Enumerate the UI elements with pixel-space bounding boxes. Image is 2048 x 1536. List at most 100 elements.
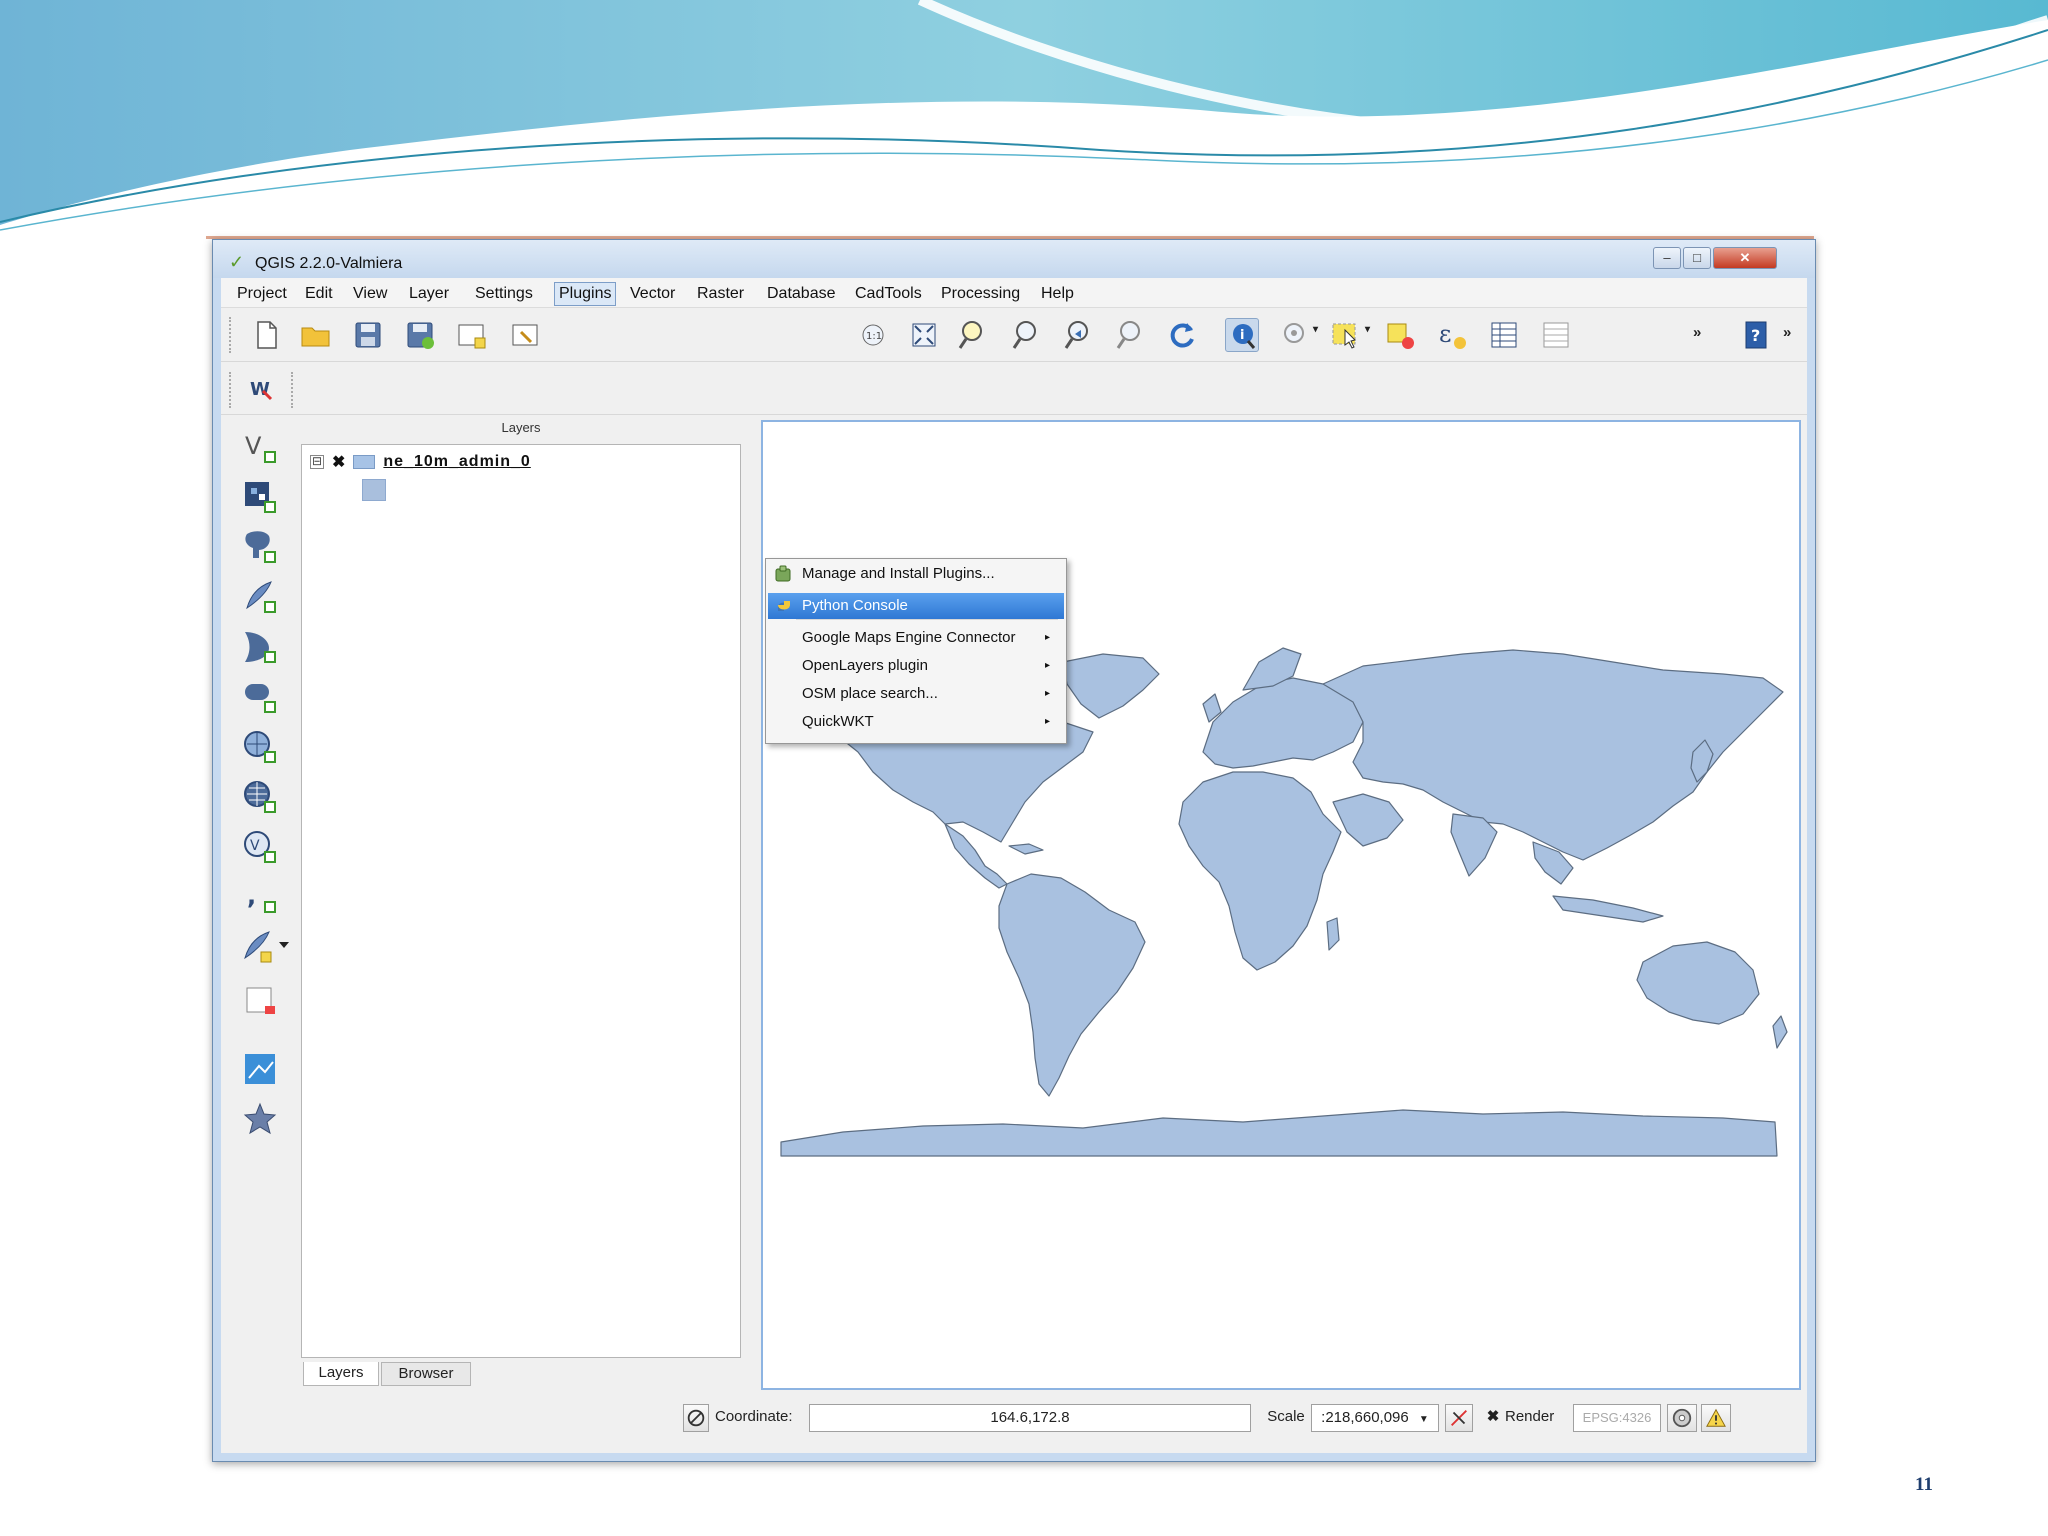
- message-log-warning-icon[interactable]: [1701, 1404, 1731, 1432]
- plugin-icon: [774, 565, 794, 583]
- submenu-arrow-icon: ▸: [1044, 632, 1050, 643]
- help-icon[interactable]: ?: [1739, 318, 1773, 352]
- qgis-window: ✓ QGIS 2.2.0-Valmiera – □ ✕ Project Edit…: [212, 239, 1816, 1462]
- menu-database[interactable]: Database: [763, 284, 840, 304]
- field-calculator-icon[interactable]: ε: [1435, 318, 1469, 352]
- digitizing-toolbar: W: [221, 363, 1807, 415]
- menu-item-openlayers[interactable]: OpenLayers plugin ▸: [768, 653, 1064, 679]
- menu-item-osm-place-search[interactable]: OSM place search... ▸: [768, 681, 1064, 707]
- coordinate-field[interactable]: 164.6,172.8: [809, 1404, 1251, 1432]
- zoom-next-icon[interactable]: [1113, 318, 1147, 352]
- polygon-layer-icon: [353, 455, 376, 469]
- deselect-features-icon[interactable]: [1383, 318, 1417, 352]
- toolbar2-grip-2[interactable]: [291, 372, 295, 408]
- menu-raster[interactable]: Raster: [693, 284, 748, 304]
- new-project-icon[interactable]: [249, 318, 283, 352]
- zoom-last-icon[interactable]: [1061, 318, 1095, 352]
- new-shapefile-layer-icon[interactable]: [241, 928, 293, 966]
- menu-item-label: Python Console: [802, 597, 908, 614]
- zoom-to-layer-icon[interactable]: [957, 318, 991, 352]
- scale-combobox[interactable]: :218,660,096 ▼: [1311, 1404, 1439, 1432]
- add-wcs-layer-icon[interactable]: [241, 778, 279, 816]
- visibility-checkbox[interactable]: ✖: [332, 452, 345, 472]
- select-features-icon[interactable]: [1329, 318, 1363, 352]
- menu-item-google-maps-engine[interactable]: Google Maps Engine Connector ▸: [768, 625, 1064, 651]
- menu-settings[interactable]: Settings: [471, 284, 537, 304]
- save-project-icon[interactable]: [351, 318, 385, 352]
- layer-name[interactable]: ne_10m_admin_0: [383, 453, 530, 471]
- select-dropdown-icon[interactable]: ▾: [1365, 324, 1370, 335]
- add-oracle-layer-icon[interactable]: [241, 678, 279, 716]
- plugin-star-icon[interactable]: [241, 1100, 279, 1138]
- menu-item-label: QuickWKT: [802, 713, 874, 730]
- caribbean: [1008, 843, 1044, 855]
- statistics-icon[interactable]: [1539, 318, 1573, 352]
- zoom-to-selection-icon[interactable]: [1009, 318, 1043, 352]
- refresh-icon[interactable]: [1165, 318, 1199, 352]
- new-print-composer-icon[interactable]: [455, 318, 489, 352]
- tab-browser[interactable]: Browser: [381, 1362, 471, 1386]
- maximize-button[interactable]: □: [1683, 247, 1711, 269]
- add-wms-layer-icon[interactable]: [241, 728, 279, 766]
- coordinate-label: Coordinate:: [715, 1408, 793, 1425]
- attribute-table-icon[interactable]: [1487, 318, 1521, 352]
- menu-item-quickwkt[interactable]: QuickWKT ▸: [768, 709, 1064, 735]
- render-label: Render: [1505, 1408, 1555, 1425]
- new-zealand: [1772, 1015, 1788, 1049]
- digitize-tool-icon[interactable]: W: [245, 373, 279, 407]
- add-postgis-layer-icon[interactable]: [241, 528, 279, 566]
- layers-panel-title: Layers: [501, 420, 541, 435]
- qgis-logo-icon: ✓: [229, 252, 245, 272]
- crs-status[interactable]: EPSG:4326: [1573, 1404, 1661, 1432]
- toolbar2-grip[interactable]: [229, 372, 233, 408]
- composer-manager-icon[interactable]: [509, 318, 543, 352]
- save-as-icon[interactable]: [403, 318, 437, 352]
- layers-tree[interactable]: ⊟ ✖ ne_10m_admin_0: [301, 444, 741, 1358]
- arabia: [1332, 793, 1404, 847]
- add-delimited-text-layer-icon[interactable]: ,: [241, 878, 279, 916]
- add-vector-layer-icon[interactable]: V: [241, 428, 279, 466]
- layer-row[interactable]: ⊟ ✖ ne_10m_admin_0: [310, 451, 531, 473]
- crs-settings-icon[interactable]: [1667, 1404, 1697, 1432]
- measure-icon[interactable]: [1279, 318, 1313, 352]
- toolbar-overflow-icon[interactable]: »: [1693, 324, 1701, 341]
- open-project-icon[interactable]: [299, 318, 333, 352]
- add-spatialite-layer-icon[interactable]: [241, 578, 279, 616]
- close-button[interactable]: ✕: [1713, 247, 1777, 269]
- add-mssql-layer-icon[interactable]: [241, 628, 279, 666]
- menu-vector[interactable]: Vector: [626, 284, 679, 304]
- toolbar-overflow-right-icon[interactable]: »: [1783, 324, 1791, 341]
- layer-symbol-swatch[interactable]: [362, 479, 386, 501]
- menu-help[interactable]: Help: [1037, 284, 1078, 304]
- menu-item-label: Manage and Install Plugins...: [802, 565, 995, 582]
- rotation-lock-icon[interactable]: [1445, 1404, 1473, 1432]
- minimize-button[interactable]: –: [1653, 247, 1681, 269]
- menu-view[interactable]: View: [349, 284, 391, 304]
- menu-plugins[interactable]: Plugins: [554, 282, 617, 306]
- measure-dropdown-icon[interactable]: ▾: [1313, 324, 1318, 335]
- menu-edit[interactable]: Edit: [301, 284, 337, 304]
- collapse-icon[interactable]: ⊟: [310, 455, 324, 469]
- menu-project[interactable]: Project: [233, 284, 291, 304]
- title-bar[interactable]: ✓ QGIS 2.2.0-Valmiera – □ ✕: [213, 240, 1815, 278]
- menu-layer[interactable]: Layer: [405, 284, 453, 304]
- georeferencer-icon[interactable]: [241, 1050, 279, 1088]
- toolbar-grip[interactable]: [229, 317, 233, 353]
- zoom-native-icon[interactable]: 1:1: [857, 318, 891, 352]
- render-checkbox[interactable]: ✖: [1481, 1404, 1505, 1432]
- add-raster-layer-icon[interactable]: [241, 478, 279, 516]
- zoom-full-icon[interactable]: [907, 318, 941, 352]
- tab-layers[interactable]: Layers: [303, 1362, 379, 1386]
- plugins-menu: Manage and Install Plugins... Python Con…: [765, 558, 1067, 744]
- identify-features-icon[interactable]: i: [1225, 318, 1259, 352]
- coordinate-toggle-icon[interactable]: [683, 1404, 709, 1432]
- svg-text:ε: ε: [1439, 320, 1451, 348]
- menu-processing[interactable]: Processing: [937, 284, 1024, 304]
- chevron-down-icon[interactable]: ▼: [1419, 1414, 1429, 1425]
- menu-item-manage-plugins[interactable]: Manage and Install Plugins...: [768, 561, 1064, 587]
- submenu-arrow-icon: ▸: [1044, 688, 1050, 699]
- remove-layer-icon[interactable]: [241, 982, 279, 1020]
- menu-cadtools[interactable]: CadTools: [851, 284, 926, 304]
- menu-item-python-console[interactable]: Python Console: [768, 593, 1064, 619]
- add-wfs-layer-icon[interactable]: V: [241, 828, 279, 866]
